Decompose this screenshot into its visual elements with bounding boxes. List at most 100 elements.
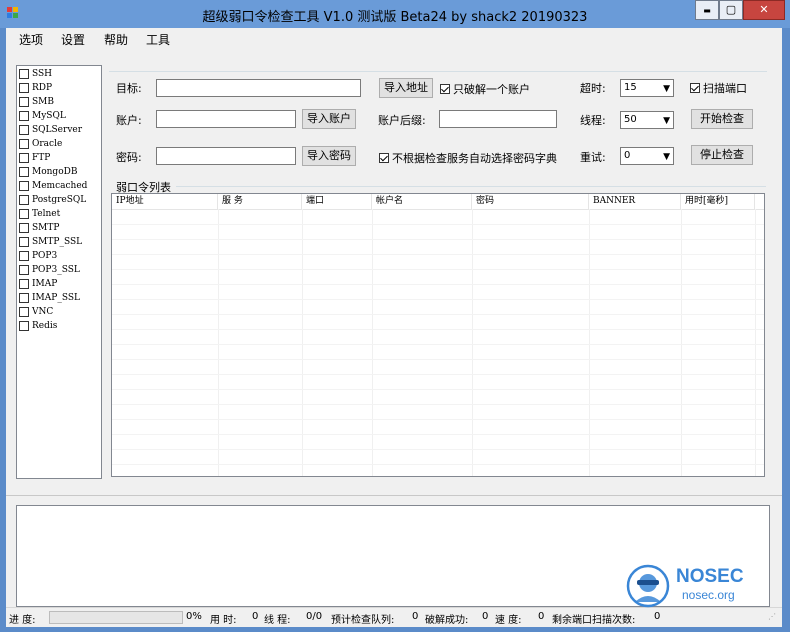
grid-row-line bbox=[112, 434, 764, 435]
service-checkbox[interactable] bbox=[19, 293, 29, 303]
title-bar[interactable]: 超级弱口令检查工具 V1.0 测试版 Beta24 by shack2 2019… bbox=[0, 0, 790, 28]
scan-port-option[interactable]: 扫描端口 bbox=[690, 80, 747, 96]
close-icon: ✕ bbox=[759, 3, 769, 16]
service-item[interactable]: Redis bbox=[19, 319, 57, 333]
grid-column-line bbox=[372, 209, 373, 476]
results-table[interactable]: IP地址 服 务 端口 帐户名 密码 BANNER 用时[毫秒] bbox=[111, 193, 765, 477]
column-header-port[interactable]: 端口 bbox=[302, 194, 372, 209]
threads-value: 50 bbox=[624, 114, 637, 125]
column-header-service[interactable]: 服 务 bbox=[218, 194, 302, 209]
service-checkbox[interactable] bbox=[19, 181, 29, 191]
timeout-value: 15 bbox=[624, 82, 637, 93]
service-item[interactable]: Oracle bbox=[19, 137, 62, 151]
no-auto-dict-option[interactable]: 不根据检查服务自动选择密码字典 bbox=[379, 150, 557, 166]
column-header-account[interactable]: 帐户名 bbox=[372, 194, 472, 209]
service-checkbox[interactable] bbox=[19, 167, 29, 177]
service-checkbox[interactable] bbox=[19, 97, 29, 107]
column-header-time[interactable]: 用时[毫秒] bbox=[681, 194, 755, 209]
service-item[interactable]: RDP bbox=[19, 81, 52, 95]
import-address-button[interactable]: 导入地址 bbox=[379, 78, 433, 98]
import-password-button[interactable]: 导入密码 bbox=[302, 146, 356, 166]
column-header-banner[interactable]: BANNER bbox=[589, 194, 681, 209]
retry-select[interactable]: 0 ▼ bbox=[620, 147, 674, 165]
service-item[interactable]: SSH bbox=[19, 67, 52, 81]
service-checkbox[interactable] bbox=[19, 195, 29, 205]
service-item[interactable]: Memcached bbox=[19, 179, 87, 193]
remaining-value: 0 bbox=[654, 611, 661, 622]
close-button[interactable]: ✕ bbox=[743, 0, 785, 20]
minimize-icon: ▬ bbox=[703, 6, 711, 15]
menu-options[interactable]: 选项 bbox=[19, 31, 43, 48]
grid-column-line bbox=[302, 209, 303, 476]
service-label: SMTP_SSL bbox=[32, 237, 83, 247]
menu-settings[interactable]: 设置 bbox=[61, 31, 85, 48]
account-suffix-input[interactable] bbox=[439, 110, 557, 128]
service-checkbox[interactable] bbox=[19, 279, 29, 289]
service-item[interactable]: SMTP_SSL bbox=[19, 235, 82, 249]
service-item[interactable]: VNC bbox=[19, 305, 53, 319]
service-item[interactable]: FTP bbox=[19, 151, 50, 165]
grid-row-line bbox=[112, 329, 764, 330]
service-checkbox[interactable] bbox=[19, 209, 29, 219]
minimize-button[interactable]: ▬ bbox=[695, 0, 719, 20]
scan-port-checkbox[interactable] bbox=[690, 83, 700, 93]
service-checkbox[interactable] bbox=[19, 265, 29, 275]
service-item[interactable]: Telnet bbox=[19, 207, 60, 221]
service-label: Oracle bbox=[32, 139, 63, 149]
maximize-button[interactable]: ▢ bbox=[719, 0, 743, 20]
service-checkbox[interactable] bbox=[19, 251, 29, 261]
service-item[interactable]: POP3_SSL bbox=[19, 263, 80, 277]
grid-row-line bbox=[112, 374, 764, 375]
grid-column-line bbox=[755, 209, 756, 476]
column-header-ip[interactable]: IP地址 bbox=[112, 194, 218, 209]
grid-row-line bbox=[112, 464, 764, 465]
crack-one-option[interactable]: 只破解一个账户 bbox=[440, 81, 530, 97]
progress-bar bbox=[49, 611, 183, 624]
watermark-brand: NOSEC bbox=[676, 566, 744, 587]
service-item[interactable]: SMTP bbox=[19, 221, 59, 235]
log-separator bbox=[6, 495, 782, 496]
service-item[interactable]: POP3 bbox=[19, 249, 57, 263]
import-account-button[interactable]: 导入账户 bbox=[302, 109, 356, 129]
grid-column-line bbox=[218, 209, 219, 476]
service-label: PostgreSQL bbox=[32, 195, 87, 205]
account-input[interactable] bbox=[156, 110, 296, 128]
service-item[interactable]: SQLServer bbox=[19, 123, 82, 137]
menu-help[interactable]: 帮助 bbox=[104, 31, 128, 48]
threads-select[interactable]: 50 ▼ bbox=[620, 111, 674, 129]
timeout-select[interactable]: 15 ▼ bbox=[620, 79, 674, 97]
service-checkbox[interactable] bbox=[19, 125, 29, 135]
service-checkbox[interactable] bbox=[19, 237, 29, 247]
service-checkbox[interactable] bbox=[19, 139, 29, 149]
stop-check-button[interactable]: 停止检查 bbox=[691, 145, 753, 165]
target-input[interactable] bbox=[156, 79, 361, 97]
crack-one-checkbox[interactable] bbox=[440, 84, 450, 94]
service-label: IMAP_SSL bbox=[32, 293, 80, 303]
chevron-down-icon: ▼ bbox=[663, 84, 670, 94]
grid-row-line bbox=[112, 404, 764, 405]
column-header-password[interactable]: 密码 bbox=[472, 194, 589, 209]
service-item[interactable]: MySQL bbox=[19, 109, 66, 123]
menu-tools[interactable]: 工具 bbox=[146, 31, 170, 48]
no-auto-dict-checkbox[interactable] bbox=[379, 153, 389, 163]
no-auto-dict-label: 不根据检查服务自动选择密码字典 bbox=[392, 152, 557, 165]
grid-row-line bbox=[112, 299, 764, 300]
service-checkbox[interactable] bbox=[19, 69, 29, 79]
service-item[interactable]: PostgreSQL bbox=[19, 193, 86, 207]
service-checkbox[interactable] bbox=[19, 307, 29, 317]
service-label: Redis bbox=[32, 321, 58, 331]
service-checkbox[interactable] bbox=[19, 111, 29, 121]
resize-grip-icon[interactable]: ⋰ bbox=[768, 612, 776, 621]
grid-row-line bbox=[112, 449, 764, 450]
service-item[interactable]: IMAP_SSL bbox=[19, 291, 80, 305]
start-check-button[interactable]: 开始检查 bbox=[691, 109, 753, 129]
service-item[interactable]: SMB bbox=[19, 95, 54, 109]
service-checkbox[interactable] bbox=[19, 223, 29, 233]
service-checkbox[interactable] bbox=[19, 321, 29, 331]
password-input[interactable] bbox=[156, 147, 296, 165]
progress-label: 进 度: bbox=[9, 615, 36, 626]
service-item[interactable]: MongoDB bbox=[19, 165, 77, 179]
service-item[interactable]: IMAP bbox=[19, 277, 57, 291]
service-checkbox[interactable] bbox=[19, 153, 29, 163]
service-checkbox[interactable] bbox=[19, 83, 29, 93]
